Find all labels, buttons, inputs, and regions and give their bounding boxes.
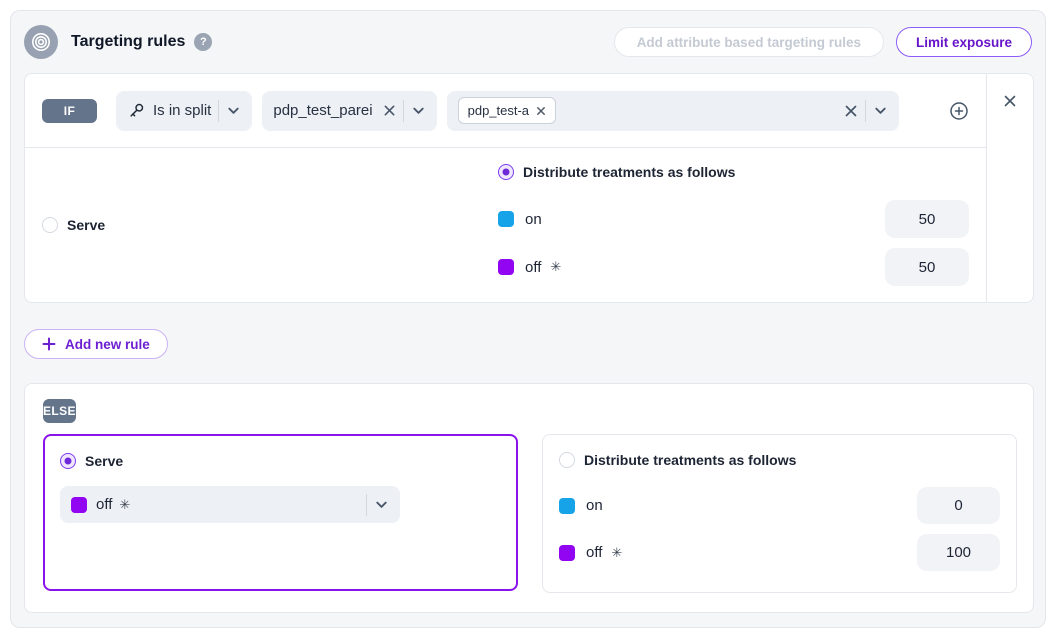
target-icon [24,25,58,59]
add-condition-icon[interactable] [949,101,969,121]
else-card: ELSE Serve off ✳ [24,383,1034,613]
limit-exposure-button[interactable]: Limit exposure [896,27,1032,57]
treatment-tag: pdp_test-a [458,97,556,124]
delete-rule-icon[interactable] [1003,94,1017,108]
serve-value: off [96,496,112,513]
add-attribute-rules-button[interactable]: Add attribute based targeting rules [614,27,884,57]
serve-option[interactable]: Serve [42,164,498,286]
default-treatment-icon: ✳ [119,497,130,513]
percent-input-off[interactable]: 50 [885,248,969,286]
targeting-rules-panel: Targeting rules ? Add attribute based ta… [10,10,1046,628]
default-treatment-icon: ✳ [550,259,561,275]
treatment-on-swatch [498,211,514,227]
rule-delete-column [986,74,1033,302]
else-serve-label: Serve [85,453,123,469]
else-serve-card[interactable]: Serve off ✳ [43,434,518,591]
add-new-rule-button[interactable]: Add new rule [24,329,168,359]
distribute-option: Distribute treatments as follows on 50 o… [498,164,969,286]
treatment-name: off [586,544,602,561]
split-value: pdp_test_parei [273,102,372,119]
treatment-row-off: off ✳ 50 [498,248,969,286]
treatment-name: on [525,211,542,228]
divider [403,100,404,122]
treatment-on-swatch [559,498,575,514]
clear-split-icon[interactable] [383,104,396,117]
else-distribute-card[interactable]: Distribute treatments as follows on 0 of… [542,434,1017,593]
divider [366,494,367,516]
treatment-off-swatch [71,497,87,513]
else-distribute-radio-row[interactable]: Distribute treatments as follows [559,452,1000,468]
serve-section: Serve Distribute treatments as follows o… [25,148,986,302]
plus-icon [42,337,56,351]
else-percent-input-on[interactable]: 0 [917,487,1000,524]
serve-label: Serve [67,217,105,233]
matcher-label: Is in split [153,102,211,119]
remove-tag-icon[interactable] [536,106,546,116]
treatment-row-off: off ✳ 100 [559,534,1000,571]
rule-main: IF Is in split [25,74,986,302]
key-icon [127,102,145,120]
percent-input-on[interactable]: 50 [885,200,969,238]
chevron-down-icon[interactable] [226,103,241,118]
clear-all-icon[interactable] [844,104,858,118]
treatment-name: off [525,259,541,276]
divider [865,100,866,122]
else-distribute-radio[interactable] [559,452,575,468]
chevron-down-icon[interactable] [374,497,389,512]
else-badge: ELSE [43,399,76,423]
chevron-down-icon[interactable] [411,103,426,118]
else-percent-input-off[interactable]: 100 [917,534,1000,571]
treatment-row-on: on 50 [498,200,969,238]
distribute-radio[interactable] [498,164,514,180]
treatment-off-swatch [498,259,514,275]
else-distribute-label: Distribute treatments as follows [584,452,796,468]
treatments-multiselect[interactable]: pdp_test-a [447,91,899,131]
treatment-tag-label: pdp_test-a [468,103,529,118]
page-title: Targeting rules [71,33,185,51]
help-icon[interactable]: ? [194,33,212,51]
divider [218,100,219,122]
add-new-rule-label: Add new rule [65,337,150,352]
chevron-down-icon[interactable] [873,103,888,118]
else-serve-radio[interactable] [60,453,76,469]
distribute-label: Distribute treatments as follows [523,164,735,180]
distribute-radio-row[interactable]: Distribute treatments as follows [498,164,969,180]
split-select[interactable]: pdp_test_parei [262,91,436,131]
else-serve-dropdown[interactable]: off ✳ [60,486,400,523]
default-treatment-icon: ✳ [611,545,622,561]
treatment-off-swatch [559,545,575,561]
rule-card: IF Is in split [24,73,1034,303]
if-condition-row: IF Is in split [25,74,986,148]
else-serve-radio-row[interactable]: Serve [60,453,501,469]
panel-header: Targeting rules ? Add attribute based ta… [24,11,1032,73]
treatment-row-on: on 0 [559,487,1000,524]
if-badge: IF [42,99,97,123]
treatment-name: on [586,497,603,514]
matcher-dropdown[interactable]: Is in split [116,91,252,131]
serve-radio[interactable] [42,217,58,233]
